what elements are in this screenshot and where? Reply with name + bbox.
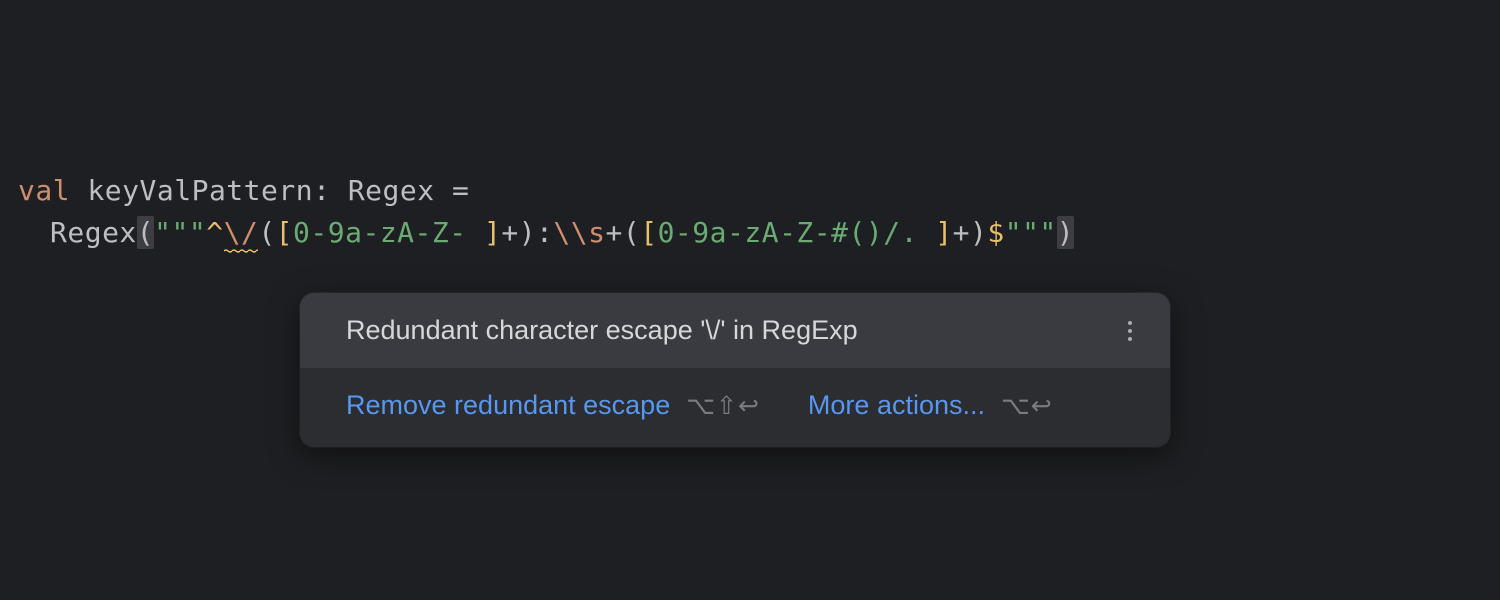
keyword-val: val [18,174,70,207]
group2-open: ( [623,216,640,249]
class1-close: ] [484,216,501,249]
code-editor[interactable]: val keyValPattern: Regex = Regex("""^\/(… [0,0,1500,254]
code-line-1: val keyValPattern: Regex = [18,170,1500,212]
regex-dollar: $ [987,216,1004,249]
triple-quote-close: """ [1005,216,1057,249]
group2-close: ) [970,216,987,249]
more-options-icon[interactable] [1120,317,1140,345]
regex-caret: ^ [206,216,223,249]
tooltip-actions: Remove redundant escape ⌥⇧↩ More actions… [300,368,1170,447]
type-regex: Regex [348,174,435,207]
shortcut-label: ⌥⇧↩ [686,391,760,421]
class2-content: 0-9a-zA-Z-#()/. [658,216,936,249]
class2-close: ] [935,216,952,249]
equals: = [452,174,469,207]
close-paren: ) [1057,216,1074,249]
group1-open: ( [258,216,275,249]
tooltip-header: Redundant character escape '\/' in RegEx… [300,293,1170,368]
code-line-2: Regex("""^\/([0-9a-zA-Z- ]+):\\s+([0-9a-… [18,212,1500,254]
remove-escape-action[interactable]: Remove redundant escape ⌥⇧↩ [346,390,760,421]
plus2: + [605,216,622,249]
identifier: keyValPattern [87,174,313,207]
func-regex: Regex [50,216,137,249]
open-paren: ( [137,216,154,249]
regex-escape-slash-warning[interactable]: \/ [224,216,259,249]
inspection-tooltip: Redundant character escape '\/' in RegEx… [300,293,1170,447]
colon: : [313,174,330,207]
class1-content: 0-9a-zA-Z- [293,216,484,249]
group1-close: ) [519,216,536,249]
plus1: + [501,216,518,249]
tooltip-title: Redundant character escape '\/' in RegEx… [346,315,858,346]
class1-open: [ [276,216,293,249]
triple-quote-open: """ [154,216,206,249]
action-label: Remove redundant escape [346,390,670,421]
escape-s: \\s [553,216,605,249]
plus3: + [953,216,970,249]
shortcut-label: ⌥↩ [1001,391,1053,421]
action-label: More actions... [808,390,985,421]
more-actions-action[interactable]: More actions... ⌥↩ [808,390,1053,421]
literal-colon: : [536,216,553,249]
class2-open: [ [640,216,657,249]
